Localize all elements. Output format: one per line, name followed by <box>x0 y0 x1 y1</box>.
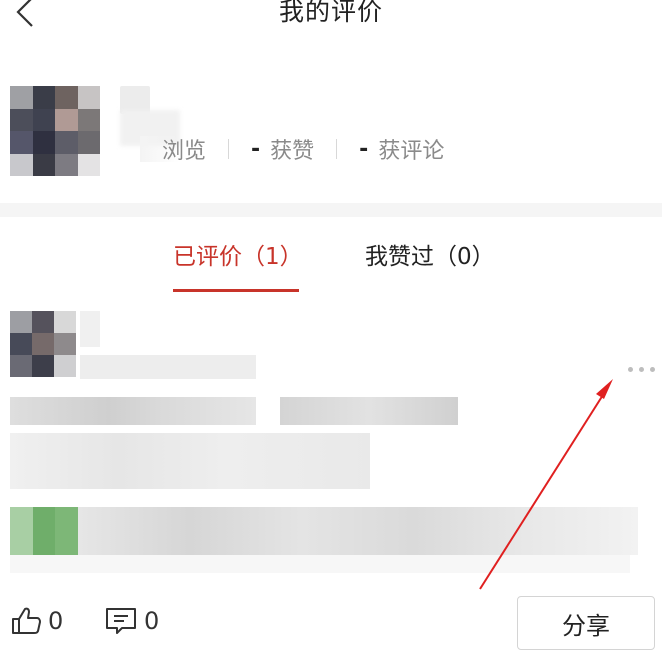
stat-comments-value: - <box>359 136 369 162</box>
tab-bar: 已评价（1） 我赞过（0） <box>0 217 662 294</box>
comment-icon <box>106 608 136 634</box>
blurred-review-text <box>280 397 458 425</box>
like-button[interactable]: 0 <box>10 603 63 639</box>
page-title: 我的评价 <box>278 0 383 26</box>
blurred-product-title[interactable] <box>78 507 638 555</box>
section-divider <box>0 203 662 217</box>
like-count: 0 <box>48 607 64 635</box>
blurred-post-username <box>80 355 256 379</box>
tab-rated[interactable]: 已评价（1） <box>173 237 303 271</box>
stat-likes-value: - <box>251 136 261 162</box>
review-card: 0 0 分享 <box>0 293 662 665</box>
header: 我的评价 <box>0 0 662 49</box>
blurred-card-edge <box>10 555 630 573</box>
more-icon[interactable] <box>624 363 658 375</box>
comment-count: 0 <box>144 607 160 635</box>
stat-divider <box>336 139 338 159</box>
stat-views-label: 浏览 <box>162 139 207 164</box>
post-avatar[interactable] <box>10 311 76 377</box>
tab-liked[interactable]: 我赞过（0） <box>365 237 495 271</box>
stat-comments-label: 获评论 <box>378 139 445 164</box>
comment-button[interactable]: 0 <box>104 603 159 639</box>
thumbs-up-icon <box>12 607 41 634</box>
active-tab-indicator <box>173 289 299 292</box>
stat-divider <box>228 139 230 159</box>
stat-likes-label: 获赞 <box>270 139 315 164</box>
share-button[interactable]: 分享 <box>517 596 655 650</box>
blurred-post-username <box>80 311 100 347</box>
blurred-review-text <box>10 397 256 425</box>
profile-section: 浏览 - 获赞 - 获评论 <box>0 48 662 203</box>
profile-stats: 浏览 - 获赞 - 获评论 <box>140 134 444 164</box>
avatar[interactable] <box>10 86 100 176</box>
blurred-product-thumbnail[interactable] <box>10 507 78 555</box>
blurred-review-text <box>10 433 370 489</box>
